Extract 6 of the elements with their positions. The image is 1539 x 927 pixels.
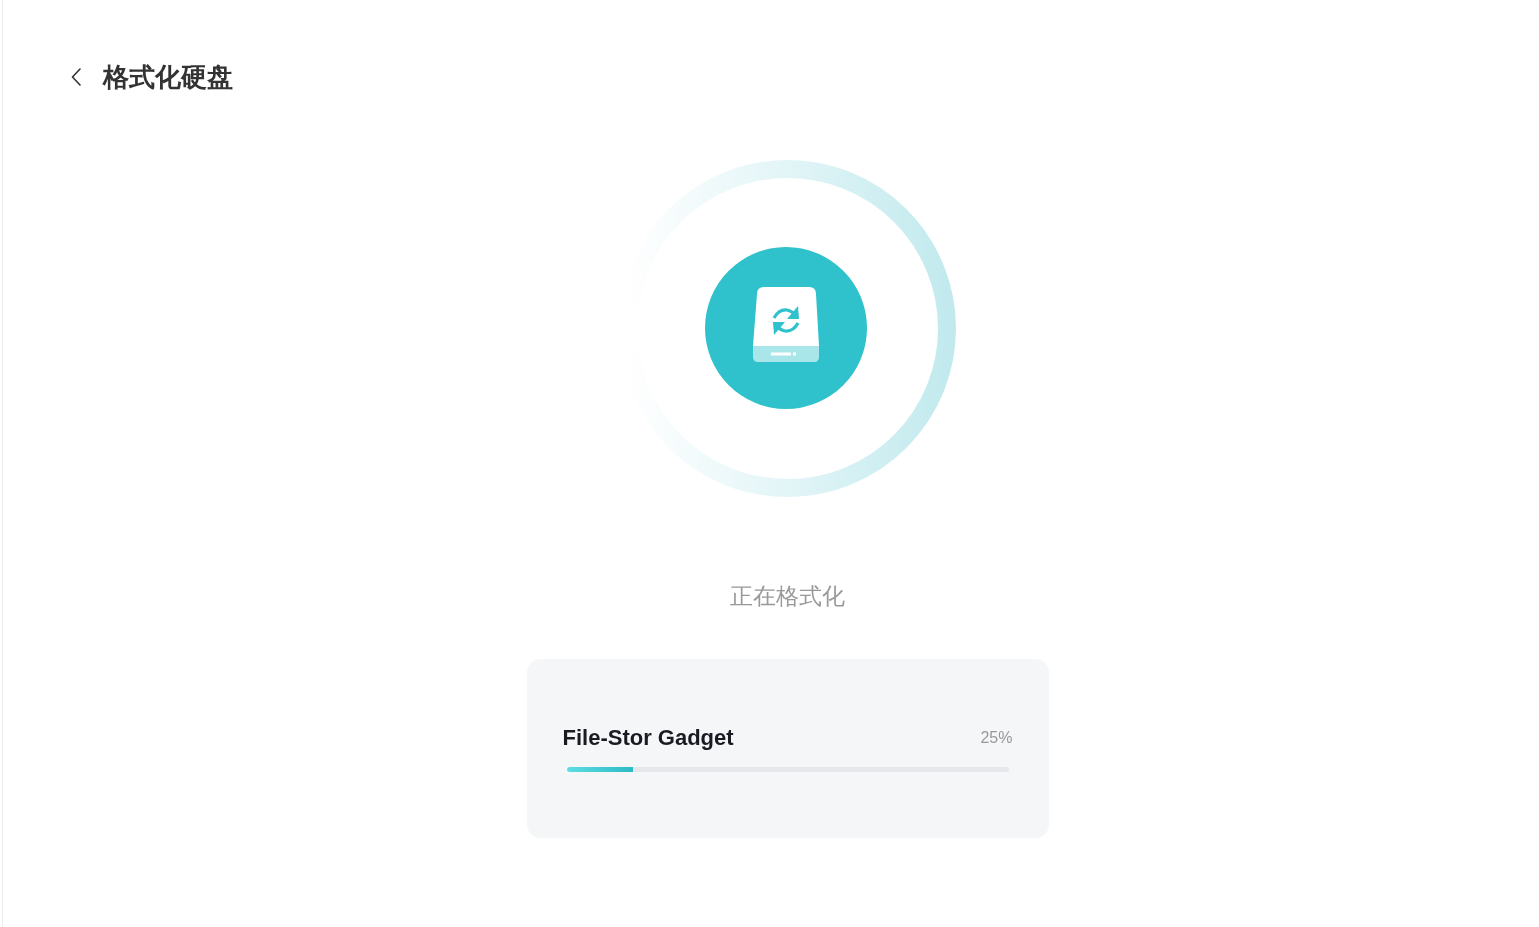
back-button[interactable]	[69, 66, 83, 88]
page-title: 格式化硬盘	[103, 61, 233, 94]
device-name: File-Stor Gadget	[562, 725, 734, 751]
status-text: 正在格式化	[730, 582, 845, 611]
chevron-left-icon	[71, 68, 81, 86]
progress-percent: 25%	[980, 729, 1013, 747]
